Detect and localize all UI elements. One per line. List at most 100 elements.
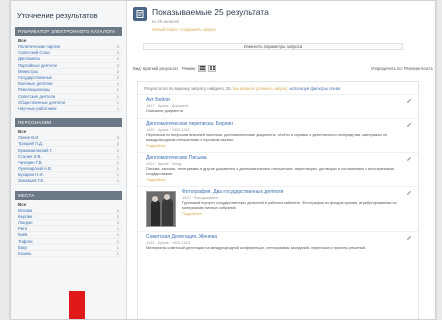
result-meta: 1922 · Архив · 1922-1923 [146, 241, 190, 245]
facet-item-count: 1 [116, 81, 119, 87]
facet-item-count: 4 [116, 207, 119, 213]
facet-item-count: 2 [116, 141, 119, 147]
facet-item-label: Министры [18, 68, 38, 74]
facet-item-label: Чичерин Г.В. [18, 159, 43, 165]
result-items: Акт Бейли 1917 · Архив · Документ Описание… [138, 94, 418, 255]
facet-all[interactable]: Все [15, 127, 122, 135]
facet-item-count: 1 [116, 87, 119, 93]
list-icon [199, 66, 205, 70]
new-search-link[interactable]: Новый поиск • Сохранить запрос [152, 27, 269, 32]
facet-item-label: Кржижановский Г. [18, 147, 53, 153]
result-title[interactable]: Советская Делегация. Женева [146, 234, 410, 240]
facet-list: Политические партии 3 Советский Союз 3 Дипло… [15, 44, 122, 113]
facet-item-label: Берлин [18, 213, 33, 219]
facet-item-count: 3 [116, 135, 119, 141]
facet-item-label: Политические партии [18, 44, 60, 50]
facet-item-label: Бухарин Н.И. [18, 172, 44, 178]
result-title[interactable]: Дипломатические Письма [146, 155, 410, 161]
facet-item-label: Партийные деятели [18, 62, 57, 68]
sort-select[interactable]: Упорядочить по: Релевантность [371, 66, 433, 71]
sidebar-title: Уточнение результатов [17, 11, 98, 20]
facet-item-count: 2 [116, 68, 119, 74]
facet-item-count: 1 [116, 226, 119, 232]
edit-icon[interactable] [406, 190, 412, 196]
red-marker [69, 291, 85, 319]
browser-frame: Уточнение результатов РУБРИКАТОР ЭЛЕКТРО… [10, 0, 436, 320]
facet-item-count: 1 [116, 172, 119, 178]
facet-heading[interactable]: МЕСТА [15, 190, 122, 200]
facet-places: МЕСТА Все Москва 4 Берлин 2 Лондон 2 Рига 1 Киев… [15, 190, 122, 258]
result-thumbnail[interactable] [146, 191, 176, 227]
result-more-link[interactable]: Подробнее [182, 212, 410, 216]
facet-item-label: Советский Союз [18, 50, 50, 56]
result-body: Советская Делегация. Женева 1922 · Архив … [146, 234, 410, 251]
result-description: Переписка по вопросам внешней политики, … [146, 133, 388, 142]
facet-item-label: Тифлис [18, 238, 33, 244]
facet-heading[interactable]: РУБРИКАТОР ЭЛЕКТРОННОГО КАТАЛОГА [15, 27, 122, 36]
facet-item-label: Советские деятели [18, 93, 56, 99]
result-title[interactable]: Дипломатическая переписка. Берлин [146, 121, 410, 127]
page-title: Показываемые 25 результата [152, 7, 269, 17]
facet-item-count: 1 [116, 159, 119, 165]
modify-query-bar[interactable]: Изменить параметры запроса [143, 43, 403, 50]
facet-persons: ПЕРСОНАЛИИ Все Ленин В.И. 3 Троцкий Л.Д. 2 К… [15, 118, 122, 185]
edit-icon[interactable] [406, 235, 412, 241]
facet-heading[interactable]: ПЕРСОНАЛИИ [15, 118, 122, 128]
facet-list: Ленин В.И. 3 Троцкий Л.Д. 2 Кржижановский Г.… [15, 135, 122, 185]
refine-link[interactable]: Вы можете уточнить запрос, [233, 86, 288, 91]
edit-icon[interactable] [406, 156, 412, 162]
facet-all[interactable]: Все [15, 36, 122, 44]
result-more-link[interactable]: Подробнее [146, 178, 410, 182]
results-header: Показываемые 25 результата из 25 записей… [133, 1, 433, 35]
result-more-link[interactable]: Подробнее [146, 144, 410, 148]
edit-icon[interactable] [406, 122, 412, 128]
facet-item-label: Троцкий Л.Д. [18, 141, 43, 147]
grid-icon [209, 66, 215, 70]
facet-item-count: 1 [116, 250, 119, 256]
facet-item-count: 1 [116, 99, 119, 105]
results-notice: Результатов по вашему запросу найдено: 2… [138, 82, 418, 94]
facet-item-count: 2 [116, 56, 119, 62]
results-icon [133, 7, 147, 21]
edit-icon[interactable] [406, 98, 412, 104]
result-meta: 1921 · Архив · Фонд [146, 162, 182, 166]
filters-link[interactable]: используя фильтры слева [289, 86, 340, 91]
facet-item[interactable]: Зиновьев Г.Е. 1 [15, 178, 122, 185]
facet-item-label: Сталин И.В. [18, 153, 42, 159]
results-main: Показываемые 25 результата из 25 записей… [133, 1, 433, 319]
facet-list: Москва 4 Берлин 2 Лондон 2 Рига 1 Киев 1 Тифлис 1 Ба… [15, 208, 122, 258]
result-title[interactable]: Фотография. Два государственных деятеля [182, 189, 410, 195]
page-subtitle: из 25 записей [152, 19, 179, 24]
result-item: Дипломатическая переписка. Берлин 1920 · … [138, 118, 418, 152]
facet-all[interactable]: Все [15, 200, 122, 208]
results-list: Результатов по вашему запросу найдено: 2… [137, 81, 419, 319]
results-toolbar: Вид: Краткий результат · Режим: Упорядоч… [133, 63, 433, 73]
facet-item[interactable]: Научные работники 1 [15, 106, 122, 113]
result-body: Дипломатические Письма 1921 · Архив · Фон… [146, 155, 410, 182]
result-meta: 1922 · Фотодокумент [182, 196, 219, 200]
facet-item-count: 2 [116, 213, 119, 219]
facet-item-label: Дипломаты [18, 56, 41, 62]
facet-item-count: 1 [116, 244, 119, 250]
grid-view-button[interactable] [208, 64, 217, 72]
facet-item-label: Киев [18, 232, 28, 238]
document-stack-icon [136, 10, 144, 18]
result-item: Дипломатические Письма 1921 · Архив · Фон… [138, 152, 418, 186]
result-body: Акт Бейли 1917 · Архив · Документ Описание… [146, 97, 410, 114]
result-description: Материалы советской делегации на междуна… [146, 246, 366, 250]
result-meta: 1917 · Архив · Документ [146, 104, 189, 108]
facet-item-count: 1 [116, 232, 119, 238]
facet-item[interactable]: Казань 1 [15, 250, 122, 258]
result-item: Акт Бейли 1917 · Архив · Документ Описание… [138, 94, 418, 118]
facet-item-count: 2 [116, 62, 119, 68]
facet-item-count: 2 [116, 75, 119, 81]
list-view-button[interactable] [198, 64, 207, 72]
facet-item-label: Баку [18, 244, 28, 250]
result-description: Описание документа [146, 109, 184, 113]
facet-item-count: 1 [116, 166, 119, 172]
facet-item-count: 1 [116, 153, 119, 159]
facet-sidebar: Уточнение результатов РУБРИКАТОР ЭЛЕКТРО… [11, 1, 127, 319]
facet-item-label: Общественные деятели [18, 99, 65, 105]
facet-item-label: Революционеры [18, 87, 50, 93]
result-title[interactable]: Акт Бейли [146, 97, 410, 103]
